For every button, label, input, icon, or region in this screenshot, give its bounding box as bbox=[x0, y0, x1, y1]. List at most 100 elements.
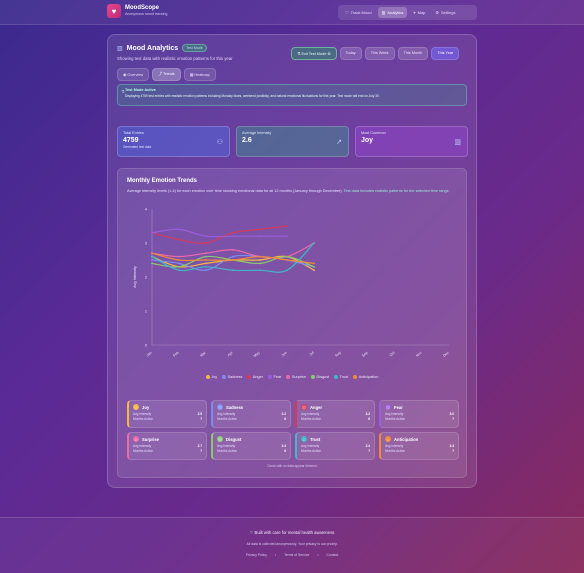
trends-desc-text: Average intensity levels (1-4) for each … bbox=[127, 189, 344, 193]
months-value: 7 bbox=[452, 449, 454, 453]
legend-item-surprise[interactable]: Surprise bbox=[286, 375, 306, 379]
view-tabs: ◉ Overview ⤴ Trends ▦ Heatmap bbox=[117, 68, 216, 81]
intensity-label: Avg Intensity bbox=[301, 411, 320, 416]
nav-label: Track Mood bbox=[350, 10, 372, 15]
emotion-face-icon: ☹ bbox=[385, 404, 391, 410]
emotion-name: Trust bbox=[310, 436, 321, 442]
stat-value: 2.6 bbox=[242, 137, 252, 144]
page-subtitle: Showing test data with realistic emotion… bbox=[117, 56, 233, 61]
intensity-label: Avg Intensity bbox=[133, 443, 152, 448]
data-point-trust bbox=[259, 269, 261, 272]
brand[interactable]: ♥ MoodScope Anonymous mood tracking bbox=[107, 4, 168, 18]
legend-item-sadness[interactable]: Sadness bbox=[222, 375, 242, 379]
x-tick-label: Oct bbox=[389, 351, 396, 358]
x-tick-label: Aug bbox=[334, 351, 341, 358]
legend-swatch bbox=[205, 375, 210, 379]
exit-test-mode-button[interactable]: ⚗ Exit Test Mode ⊗ bbox=[291, 47, 337, 60]
data-point-disgust bbox=[259, 262, 261, 265]
months-value: 6 bbox=[284, 449, 286, 453]
trends-description: Average intensity levels (1-4) for each … bbox=[127, 189, 457, 195]
stat-total-entries: Total Entries 4759 Generated test data ⚇ bbox=[117, 126, 230, 157]
tab-overview[interactable]: ◉ Overview bbox=[117, 68, 150, 81]
x-tick-label: Apr bbox=[227, 350, 234, 357]
emotion-card-surprise[interactable]: ☺ Surprise Avg Intensity 2.7 Months Active 7 bbox=[127, 432, 207, 460]
data-point-sadness bbox=[232, 255, 234, 258]
emotion-face-icon: ☹ bbox=[217, 404, 223, 410]
users-icon: ⚇ bbox=[216, 139, 223, 146]
emotion-name: Joy bbox=[142, 404, 150, 410]
button-label: Exit Test Mode bbox=[301, 52, 327, 56]
trends-desc-highlight: Test data includes realistic patterns fo… bbox=[343, 189, 450, 193]
emotion-card-header: ☹ Sadness bbox=[217, 404, 286, 410]
months-value: 6 bbox=[368, 417, 370, 421]
separator: • bbox=[274, 553, 277, 557]
contact-link[interactable]: Contact bbox=[327, 553, 339, 557]
emotion-face-icon: ☺ bbox=[385, 436, 391, 442]
stat-value: 4759 bbox=[123, 137, 139, 144]
emotion-name: Anger bbox=[310, 404, 323, 410]
top-nav: ♡ Track Mood ▥ Analytics ⌖ Map ⚙ Settings bbox=[338, 5, 477, 20]
range-today-button[interactable]: Today bbox=[339, 47, 362, 60]
legend-item-fear[interactable]: Fear bbox=[268, 375, 281, 379]
trends-title: Monthly Emotion Trends bbox=[127, 178, 197, 184]
emotion-card-fear[interactable]: ☹ Fear Avg Intensity 3.0 Months Active 7 bbox=[379, 400, 459, 428]
data-point-trust bbox=[205, 265, 207, 268]
x-tick-label: Nov bbox=[415, 351, 423, 358]
series-line-disgust bbox=[151, 255, 315, 268]
nav-label: Settings bbox=[441, 10, 456, 15]
intensity-row: Avg Intensity 2.7 bbox=[133, 444, 202, 448]
legend-label: Anticipation bbox=[358, 375, 379, 379]
legend-label: Surprise bbox=[291, 375, 306, 379]
test-mode-badge: Test Mode bbox=[182, 44, 207, 52]
tab-trends[interactable]: ⤴ Trends bbox=[152, 68, 181, 81]
data-point-fear bbox=[259, 235, 261, 238]
legend-item-anticipation[interactable]: Anticipation bbox=[353, 375, 378, 379]
months-value: 7 bbox=[200, 417, 202, 421]
emotion-card-anger[interactable]: ☹ Anger Avg Intensity 3.2 Months Active 6 bbox=[295, 400, 375, 428]
emotion-card-header: ☺ Trust bbox=[301, 436, 370, 442]
months-row: Months Active 6 bbox=[217, 417, 286, 421]
range-week-button[interactable]: This Week bbox=[364, 47, 395, 60]
emotion-card-anticipation[interactable]: ☺ Anticipation Avg Intensity 2.4 Months Acti… bbox=[379, 432, 459, 460]
months-label: Months Active bbox=[217, 449, 237, 453]
series-line-anger bbox=[151, 225, 288, 244]
intensity-value: 3.0 bbox=[449, 411, 454, 416]
emotion-card-sadness[interactable]: ☹ Sadness Avg Intensity 2.2 Months Active 6 bbox=[211, 400, 291, 428]
range-year-button[interactable]: This Year bbox=[431, 47, 460, 60]
data-point-trust bbox=[286, 269, 288, 272]
emotion-card-joy[interactable]: ☺ Joy Avg Intensity 2.5 Months Active 7 bbox=[127, 400, 207, 428]
nav-analytics[interactable]: ▥ Analytics bbox=[377, 7, 408, 18]
nav-map[interactable]: ⌖ Map bbox=[409, 7, 429, 18]
data-point-anticipation bbox=[178, 259, 180, 261]
intensity-row: Avg Intensity 2.4 bbox=[385, 444, 454, 448]
terms-link[interactable]: Terms of Service bbox=[284, 553, 309, 557]
nav-track-mood[interactable]: ♡ Track Mood bbox=[341, 7, 376, 18]
x-tick-label: Sep bbox=[361, 351, 368, 358]
tab-label: Trends bbox=[163, 72, 175, 76]
stat-label: Average Intensity bbox=[242, 131, 272, 135]
x-tick-label: Jun bbox=[281, 351, 288, 358]
intensity-value: 2.2 bbox=[281, 411, 286, 416]
emotion-face-icon: ☺ bbox=[301, 436, 307, 442]
legend-item-anger[interactable]: Anger bbox=[247, 375, 263, 379]
data-point-disgust bbox=[313, 265, 315, 268]
legend-item-trust[interactable]: Trust bbox=[334, 375, 348, 379]
emotion-card-disgust[interactable]: ☹ Disgust Avg Intensity 2.4 Months Active 6 bbox=[211, 432, 291, 460]
nav-settings[interactable]: ⚙ Settings bbox=[431, 7, 459, 18]
data-point-fear bbox=[286, 235, 288, 238]
data-point-trust bbox=[232, 269, 234, 272]
legend-item-joy[interactable]: Joy bbox=[205, 375, 217, 379]
data-point-surprise bbox=[205, 252, 207, 255]
legend-label: Disgust bbox=[316, 375, 330, 379]
privacy-policy-link[interactable]: Privacy Policy bbox=[246, 553, 267, 557]
months-label: Months Active bbox=[385, 449, 405, 453]
tab-heatmap[interactable]: ▦ Heatmap bbox=[183, 68, 216, 81]
tab-label: Heatmap bbox=[194, 73, 210, 77]
flask-icon: ⚗ bbox=[121, 89, 125, 94]
intensity-value: 2.4 bbox=[365, 443, 370, 448]
emotion-card-trust[interactable]: ☺ Trust Avg Intensity 2.4 Months Active 7 bbox=[295, 432, 375, 460]
tab-label: Overview bbox=[127, 73, 144, 77]
legend-item-disgust[interactable]: Disgust bbox=[310, 375, 330, 379]
range-month-button[interactable]: This Month bbox=[397, 47, 429, 60]
stat-value: Joy bbox=[361, 137, 374, 144]
